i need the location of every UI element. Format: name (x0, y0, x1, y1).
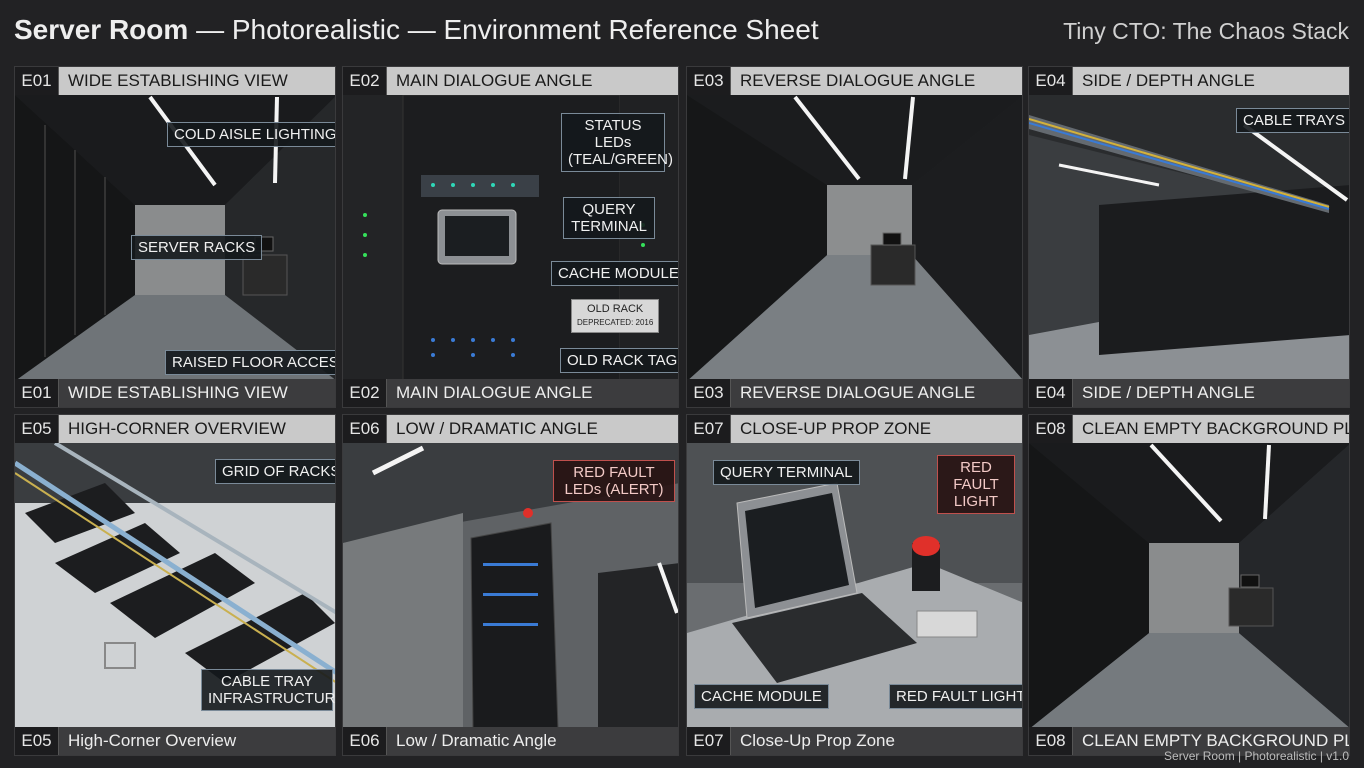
callout-raised-floor-access: RAISED FLOOR ACCESS (165, 350, 335, 375)
panel-bottom-bar: E02 MAIN DIALOGUE ANGLE (343, 379, 678, 407)
callout-status-leds: STATUS LEDs (TEAL/GREEN) (561, 113, 674, 172)
scene-image: CABLE TRAYS (1029, 95, 1349, 381)
panel-caption: Low / Dramatic Angle (387, 727, 678, 755)
panel-code: E08 (1029, 415, 1073, 443)
panel-title: HIGH-CORNER OVERVIEW (59, 415, 335, 443)
scene-image (687, 95, 1022, 381)
sheet-header: Server Room — Photorealistic — Environme… (0, 0, 1364, 62)
panel-title: LOW / DRAMATIC ANGLE (387, 415, 678, 443)
panel-bottom-bar: E03 REVERSE DIALOGUE ANGLE (687, 379, 1022, 407)
panel-top-bar: E04 SIDE / DEPTH ANGLE (1029, 67, 1349, 95)
panel-code: E01 (15, 379, 59, 407)
panel-code: E07 (687, 727, 731, 755)
panel-title: MAIN DIALOGUE ANGLE (387, 67, 678, 95)
panel-caption: MAIN DIALOGUE ANGLE (387, 379, 678, 407)
panel-code: E04 (1029, 67, 1073, 95)
old-rack-tag-label: OLD RACK DEPRECATED: 2016 (571, 299, 660, 333)
panel-title: SIDE / DEPTH ANGLE (1073, 67, 1349, 95)
rack-tag-title: OLD RACK (587, 303, 644, 315)
panel-code: E08 (1029, 727, 1073, 755)
side-depth-render (1029, 95, 1349, 381)
callout-cold-aisle-lighting: COLD AISLE LIGHTING (167, 122, 335, 147)
panel-e04[interactable]: E04 SIDE / DEPTH ANGLE CABLE TRAYS E04 SID… (1028, 66, 1350, 408)
scene-image: GRID OF RACKS CABLE TRAY INFRASTRUCTURE (15, 443, 335, 729)
callout-grid-of-racks: GRID OF RACKS (215, 459, 335, 484)
panel-top-bar: E08CLEAN EMPTY BACKGROUND PLATE (1029, 415, 1349, 443)
panel-code: E02 (343, 379, 387, 407)
panel-top-bar: E06 LOW / DRAMATIC ANGLE (343, 415, 678, 443)
panel-code: E02 (343, 67, 387, 95)
panel-top-bar: E05 HIGH-CORNER OVERVIEW (15, 415, 335, 443)
panel-e01[interactable]: E01 WIDE ESTABLISHING VIEW COLD AISLE LIG… (14, 66, 336, 408)
panel-code: E06 (343, 415, 387, 443)
panel-caption: WIDE ESTABLISHING VIEW (59, 379, 335, 407)
scene-image: RED FAULT LEDs (ALERT) (343, 443, 678, 729)
panel-code: E01 (15, 67, 59, 95)
panel-e06[interactable]: E06 LOW / DRAMATIC ANGLE RED FAULT LEDs (… (342, 414, 679, 756)
callout-cable-trays: CABLE TRAYS (1236, 108, 1349, 133)
panel-title: WIDE ESTABLISHING VIEW (59, 67, 335, 95)
sheet-footer: Server Room | Photorealistic | v1.0 (1164, 749, 1349, 763)
sheet-title: Server Room — Photorealistic — Environme… (14, 14, 819, 46)
panel-bottom-bar: E07 Close-Up Prop Zone (687, 727, 1022, 755)
panel-e08[interactable]: E08CLEAN EMPTY BACKGROUND PLATE E08CLEAN… (1028, 414, 1350, 756)
callout-text: RED FAULT LEDs (ALERT) (564, 464, 664, 498)
callout-cable-tray-infrastructure: CABLE TRAY INFRASTRUCTURE (201, 669, 335, 711)
panel-title: CLOSE-UP PROP ZONE (731, 415, 1022, 443)
scene-image: COLD AISLE LIGHTING SERVER RACKS RAISED … (15, 95, 335, 381)
scene-image: STATUS LEDs (TEAL/GREEN) QUERY TERMINAL … (343, 95, 678, 381)
panel-caption: SIDE / DEPTH ANGLE (1073, 379, 1349, 407)
title-bold: Server Room (14, 14, 189, 45)
panel-code: E04 (1029, 379, 1073, 407)
panel-top-bar: E07 CLOSE-UP PROP ZONE (687, 415, 1022, 443)
panel-caption: Close-Up Prop Zone (731, 727, 1022, 755)
rack-tag-sub: DEPRECATED: 2016 (577, 318, 654, 327)
panel-e02[interactable]: E02 MAIN DIALOGUE ANGLE STATUS LEDs (TEAL… (342, 66, 679, 408)
panel-caption: REVERSE DIALOGUE ANGLE (731, 379, 1022, 407)
panel-top-bar: E01 WIDE ESTABLISHING VIEW (15, 67, 335, 95)
callout-old-rack-tag: OLD RACK TAG (560, 348, 678, 373)
callout-query-terminal: QUERY TERMINAL (563, 197, 655, 239)
project-brand: Tiny CTO: The Chaos Stack (1063, 18, 1349, 44)
scene-image (1029, 443, 1349, 729)
panel-bottom-bar: E06 Low / Dramatic Angle (343, 727, 678, 755)
panel-code: E05 (15, 727, 59, 755)
panel-bottom-bar: E05 High-Corner Overview (15, 727, 335, 755)
panel-e07[interactable]: E07 CLOSE-UP PROP ZONE QUERY TERMINAL RED… (686, 414, 1023, 756)
panel-code: E06 (343, 727, 387, 755)
panel-top-bar: E03 REVERSE DIALOGUE ANGLE (687, 67, 1022, 95)
panel-e03[interactable]: E03 REVERSE DIALOGUE ANGLE E03 REVERSE DIA… (686, 66, 1023, 408)
panel-bottom-bar: E01 WIDE ESTABLISHING VIEW (15, 379, 335, 407)
callout-cache-module: CACHE MODULE (694, 684, 829, 709)
panel-code: E05 (15, 415, 59, 443)
callout-cache-module: CACHE MODULE (551, 261, 678, 286)
callout-red-fault-light-top: RED FAULT LIGHT (937, 455, 1015, 514)
panel-code: E03 (687, 67, 731, 95)
panel-e05[interactable]: E05 HIGH-CORNER OVERVIEW GRID OF RACKS CA… (14, 414, 336, 756)
callout-text: QUERY TERMINAL (571, 201, 647, 235)
callout-red-fault-leds: RED FAULT LEDs (ALERT) (553, 460, 675, 502)
panel-caption: High-Corner Overview (59, 727, 335, 755)
empty-plate-render (1029, 443, 1349, 729)
panel-title: REVERSE DIALOGUE ANGLE (731, 67, 1022, 95)
title-rest: — Photorealistic — Environment Reference… (188, 14, 819, 45)
callout-server-racks: SERVER RACKS (131, 235, 263, 260)
callout-text: CABLE TRAY INFRASTRUCTURE (208, 673, 335, 707)
reverse-aisle-render (687, 95, 1022, 381)
callout-red-fault-light-bottom: RED FAULT LIGHT (889, 684, 1022, 709)
callout-query-terminal: QUERY TERMINAL (713, 460, 860, 485)
panel-code: E03 (687, 379, 731, 407)
panel-title: CLEAN EMPTY BACKGROUND PLATE (1073, 415, 1349, 443)
panel-top-bar: E02 MAIN DIALOGUE ANGLE (343, 67, 678, 95)
panel-code: E07 (687, 415, 731, 443)
callout-text: STATUS LEDs (TEAL/GREEN) (568, 117, 674, 168)
panel-bottom-bar: E04 SIDE / DEPTH ANGLE (1029, 379, 1349, 407)
callout-text: RED FAULT LIGHT (953, 459, 999, 510)
scene-image: QUERY TERMINAL RED FAULT LIGHT CACHE MOD… (687, 443, 1022, 729)
